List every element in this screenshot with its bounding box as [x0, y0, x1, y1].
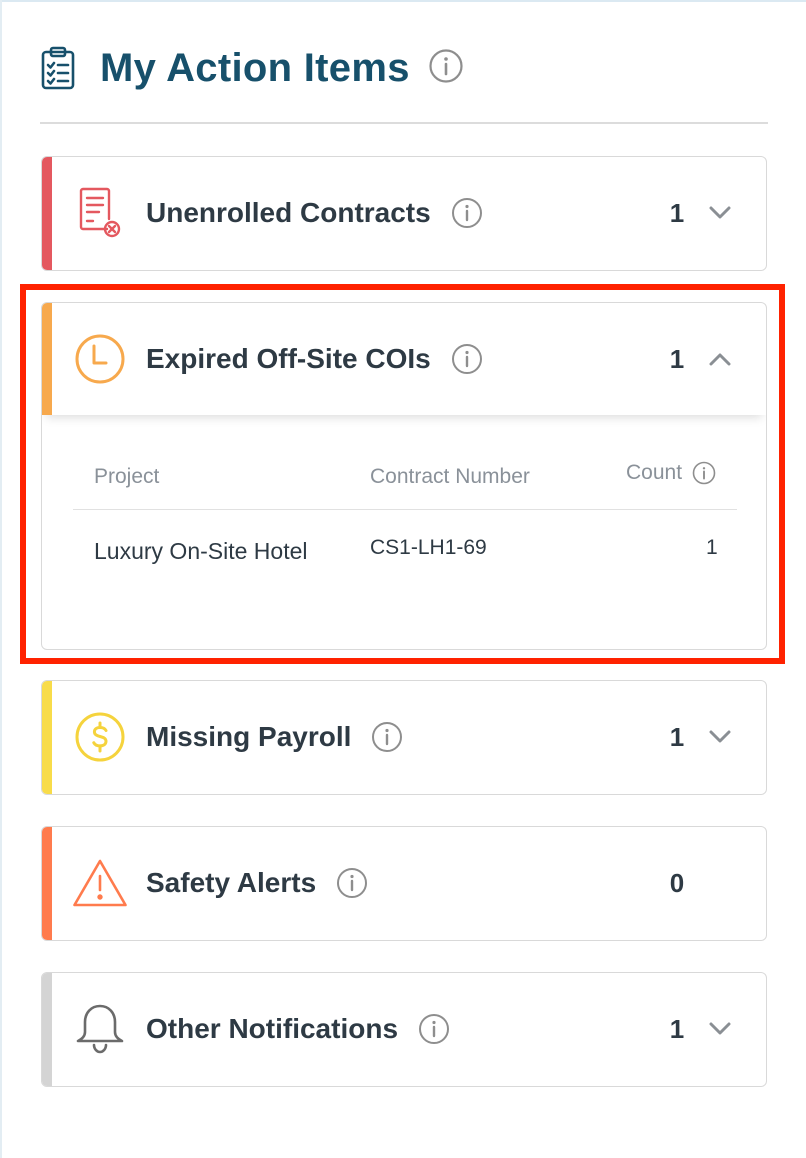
chevron-down-icon[interactable] — [708, 725, 732, 749]
page-title: My Action Items — [100, 45, 410, 90]
info-icon[interactable] — [451, 197, 483, 229]
dollar-circle-icon — [72, 709, 128, 765]
clock-icon — [72, 331, 128, 387]
card-expired-off-site-cois[interactable]: Expired Off-Site COIs 1 Project Contract… — [41, 302, 767, 650]
card-count: 1 — [669, 1013, 685, 1044]
warning-triangle-icon — [72, 855, 128, 911]
card-title-text: Unenrolled Contracts — [146, 197, 431, 228]
card-title: Safety Alerts — [146, 827, 368, 939]
chevron-down-icon[interactable] — [708, 1017, 732, 1041]
card-safety-alerts[interactable]: Safety Alerts 0 — [41, 826, 767, 941]
contract-x-icon — [72, 185, 128, 241]
card-count: 1 — [669, 343, 685, 374]
column-header-project[interactable]: Project — [94, 465, 159, 489]
bell-icon — [72, 1001, 128, 1057]
card-title-text: Other Notifications — [146, 1013, 399, 1044]
chevron-up-icon[interactable] — [708, 347, 732, 371]
info-icon[interactable] — [371, 721, 403, 753]
window-top-border — [0, 0, 806, 2]
card-header[interactable]: Safety Alerts 0 — [42, 827, 766, 939]
card-header[interactable]: Unenrolled Contracts 1 — [42, 157, 766, 269]
window-left-border — [0, 0, 2, 1158]
info-icon[interactable] — [336, 867, 368, 899]
card-title: Missing Payroll — [146, 681, 403, 793]
column-header-count-label: Count — [626, 461, 683, 484]
info-icon[interactable] — [428, 48, 464, 89]
column-header-count[interactable]: Count — [626, 461, 716, 485]
info-icon[interactable] — [418, 1013, 450, 1045]
coi-table: Project Contract Number Count Luxury On-… — [73, 443, 737, 620]
card-missing-payroll[interactable]: Missing Payroll 1 — [41, 680, 767, 795]
table-header: Project Contract Number Count — [73, 443, 737, 510]
card-title: Other Notifications — [146, 973, 450, 1085]
card-header[interactable]: Missing Payroll 1 — [42, 681, 766, 793]
column-header-contract-number[interactable]: Contract Number — [370, 465, 530, 489]
action-items-header: My Action Items — [40, 38, 464, 98]
cell-project[interactable]: Luxury On-Site Hotel — [94, 532, 314, 571]
info-icon[interactable] — [451, 343, 483, 375]
card-other-notifications[interactable]: Other Notifications 1 — [41, 972, 767, 1087]
table-row[interactable]: Luxury On-Site Hotel CS1-LH1-69 1 — [73, 510, 737, 620]
cell-contract-number[interactable]: CS1-LH1-69 — [370, 528, 487, 567]
card-count: 1 — [669, 197, 685, 228]
card-title-text: Missing Payroll — [146, 721, 352, 752]
chevron-down-icon[interactable] — [708, 201, 732, 225]
card-title-text: Safety Alerts — [146, 867, 317, 898]
card-header[interactable]: Expired Off-Site COIs 1 — [42, 303, 766, 415]
card-title: Expired Off-Site COIs — [146, 303, 483, 415]
card-count: 0 — [669, 867, 685, 898]
header-divider — [40, 122, 768, 124]
card-unenrolled-contracts[interactable]: Unenrolled Contracts 1 — [41, 156, 767, 271]
cell-count: 1 — [706, 536, 718, 559]
card-header[interactable]: Other Notifications 1 — [42, 973, 766, 1085]
card-title: Unenrolled Contracts — [146, 157, 483, 269]
info-icon[interactable] — [692, 461, 716, 485]
card-title-text: Expired Off-Site COIs — [146, 343, 431, 374]
card-count: 1 — [669, 721, 685, 752]
clipboard-checklist-icon — [40, 45, 78, 91]
